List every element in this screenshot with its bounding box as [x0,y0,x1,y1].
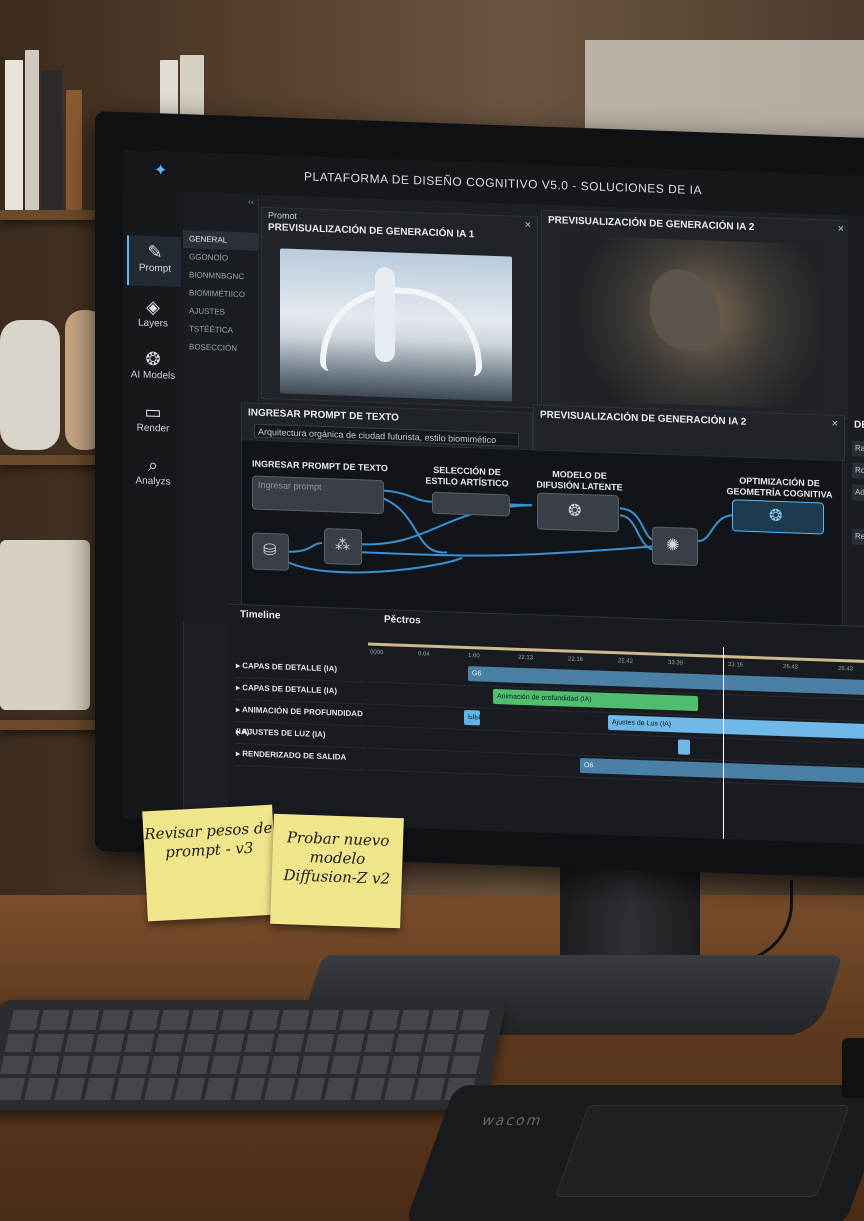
ruler-tick: 26.43 [838,665,854,673]
book [25,50,39,210]
rail-item-ai-models[interactable]: ❂ AI Models [127,342,179,394]
dragon-head-shape [650,268,720,351]
network-icon: ⁂ [335,536,350,554]
key-row-gap [0,1074,477,1078]
mug [842,1038,864,1098]
ruler-tick: 22.42 [618,658,634,665]
timeline-panel: Timeline Pěctros 0000 0.04 1:00 22.13 22… [228,603,864,845]
rail-label: Render [136,422,170,435]
timeline-clip[interactable]: ЫЫЫ [464,709,480,726]
book [66,90,82,210]
desk-scene: ✦ PLATAFORMA DE DISEÑO COGNITIVO V5.0 - … [0,0,864,1221]
menu-item[interactable]: BOSECCIÓN [183,338,258,359]
app-window: ✦ PLATAFORMA DE DISEÑO COGNITIVO V5.0 - … [123,150,864,845]
app-logo-icon: ✦ [154,162,168,180]
close-icon[interactable]: × [838,223,844,235]
collapse-icon[interactable]: ‹‹ [248,196,254,206]
rail-item-render[interactable]: ▭ Render [127,395,179,447]
node-prompt-input[interactable]: Ingresar prompt [252,475,384,515]
preview-panel-2: × PREVISUALIZACIÓN DE GENERACIÓN IA 2 [541,209,851,420]
node-input-placeholder: Ingresar prompt [258,479,322,492]
track-name: AJUSTES DE LUZ (IA) [241,727,326,740]
preview-panel-1: Promot × PREVISUALIZACIÓN DE GENERACIÓN … [261,206,538,409]
track-name: CAPAS DE DETALLE (IA) [242,683,338,696]
tool-rail: ✎ Prompt ◈ Layers ❂ AI Models ▭ Render ⌕… [123,190,184,821]
ruler-tick: 22.13 [518,654,534,662]
window-title: PLATAFORMA DE DISEÑO COGNITIVO V5.0 - SO… [304,169,702,198]
brain-icon: ❂ [568,502,582,521]
node-neural-processor[interactable]: ✺ [652,526,698,567]
sticky-note-1: Revisar pesos de prompt - v3 [142,804,278,922]
ruler-tick: 1:00 [468,653,480,660]
sculpture [0,320,60,450]
sketch-board [0,540,90,710]
tablet-brand: wacom [479,1113,546,1129]
drawing-tablet: wacom [404,1085,864,1221]
node-network[interactable]: ⁂ [324,528,362,566]
node-style-title: SELECCIÓN DE ESTILO ARTÍSTICO [425,464,509,489]
track-name: RENDERIZADO DE SALIDA [242,749,347,762]
track-label[interactable]: ▸ RENDERIZADO DE SALIDA [236,742,366,771]
node-style-select[interactable] [432,491,510,517]
properties-item[interactable]: Rod [852,462,864,480]
ruler-tick: 33.16 [728,662,744,669]
building-shape [320,284,482,377]
book [42,70,62,210]
properties-item[interactable]: Resh [852,528,864,546]
rail-label: Prompt [138,262,172,275]
preview-image-dragon[interactable] [560,235,818,410]
node-geometry-optimization[interactable]: ❂ [732,499,824,535]
video-icon: ▭ [144,401,162,423]
track-name: CAPAS DE DETALLE (IA) [242,661,338,674]
rail-item-analyze[interactable]: ⌕ Analyzs [127,448,179,500]
key-row-gap [3,1052,482,1056]
tower-shape [375,266,395,363]
sticky-note-2: Probar nuevo modelo Diffusion-Z v2 [270,813,404,929]
search-icon: ⌕ [147,454,159,476]
keyboard-keys [0,1010,491,1100]
node-graph-canvas[interactable]: INGRESAR PROMPT DE TEXTO Ingresar prompt… [241,439,843,633]
ruler-tick: 26.43 [783,664,799,671]
ruler-tick: 0000 [370,649,384,657]
properties-item[interactable]: Adic [852,484,864,502]
brain-icon: ❂ [145,348,161,370]
properties-header: DE [854,419,864,432]
timeline-playhead[interactable] [723,646,724,840]
layers-icon: ◈ [146,296,160,318]
node-optim-title: OPTIMIZACIÓN DE GEOMETRÍA COGNITIVA [726,475,833,500]
timeline-ruler-bar[interactable] [368,642,864,664]
preview-image-architecture[interactable] [280,248,512,402]
database-icon: ⛁ [263,541,277,560]
node-database[interactable]: ⛁ [252,532,289,571]
brain-icon: ❂ [769,507,783,526]
rail-label: Layers [137,317,168,330]
keyboard [0,1000,507,1110]
properties-item[interactable]: Ran [852,440,864,458]
book [5,60,23,210]
timeline-clip-marker[interactable] [678,739,690,755]
ruler-tick: 0.04 [418,651,430,658]
node-diffusion-model[interactable]: ❂ [537,492,619,533]
ruler-tick: 33.39 [668,660,684,667]
cog-icon: ✺ [666,536,680,555]
rail-item-layers[interactable]: ◈ Layers [127,290,179,342]
edit-icon: ✎ [147,241,163,263]
tracks-header: Pěctros [384,614,421,627]
tablet-active-area [554,1105,851,1197]
node-diffusion-title: MODELO DE DIFUSIÓN LATENTE [536,468,623,493]
rail-item-prompt[interactable]: ✎ Prompt [127,235,181,288]
close-icon[interactable]: × [525,219,531,231]
close-icon[interactable]: × [832,418,838,430]
rail-label: AI Models [130,369,176,382]
ruler-tick: 22.18 [568,656,584,664]
key-row-gap [8,1030,487,1034]
timeline-clip[interactable]: Animación de profundidad (IA) [493,688,698,712]
timeline-title: Timeline [240,609,281,622]
rail-label: Analyzs [135,475,171,488]
